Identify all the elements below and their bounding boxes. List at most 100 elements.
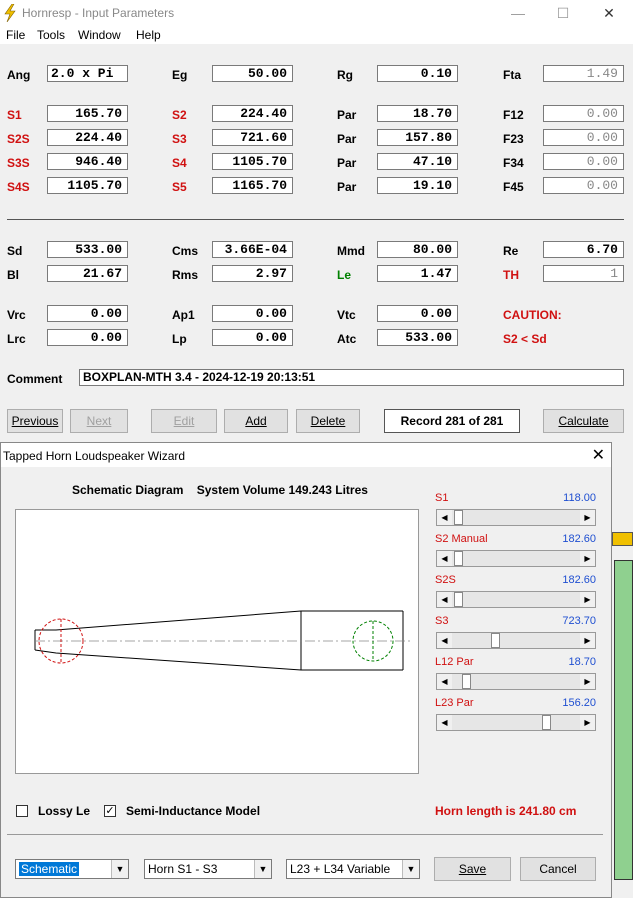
slider-right-arrow-icon[interactable]: ▶ bbox=[580, 674, 595, 689]
field-lp[interactable]: 0.00 bbox=[212, 329, 293, 346]
field-rg[interactable]: 0.10 bbox=[377, 65, 458, 82]
cancel-button[interactable]: Cancel bbox=[520, 857, 596, 881]
comment-field[interactable]: BOXPLAN-MTH 3.4 - 2024-12-19 20:13:51 bbox=[79, 369, 624, 386]
slider-right-arrow-icon[interactable]: ▶ bbox=[580, 715, 595, 730]
slider-s1[interactable]: ◀ ▶ bbox=[436, 509, 596, 526]
slider-l23[interactable]: ◀ ▶ bbox=[436, 714, 596, 731]
field-s4[interactable]: 1105.70 bbox=[212, 153, 293, 170]
field-s3[interactable]: 721.60 bbox=[212, 129, 293, 146]
label-f12: F12 bbox=[503, 108, 524, 122]
slider-thumb[interactable] bbox=[454, 510, 463, 525]
save-button[interactable]: Save bbox=[434, 857, 511, 881]
semi-inductance-checkbox[interactable]: ✓ bbox=[104, 805, 116, 817]
field-re[interactable]: 6.70 bbox=[543, 241, 624, 258]
field-s2s[interactable]: 224.40 bbox=[47, 129, 128, 146]
section-divider bbox=[7, 219, 624, 220]
field-par3[interactable]: 47.10 bbox=[377, 153, 458, 170]
label-par4: Par bbox=[337, 180, 357, 194]
field-vtc[interactable]: 0.00 bbox=[377, 305, 458, 322]
field-mmd[interactable]: 80.00 bbox=[377, 241, 458, 258]
field-atc[interactable]: 533.00 bbox=[377, 329, 458, 346]
menu-tools[interactable]: Tools bbox=[37, 28, 65, 42]
label-mmd: Mmd bbox=[337, 244, 365, 258]
slider-right-arrow-icon[interactable]: ▶ bbox=[580, 592, 595, 607]
label-vtc: Vtc bbox=[337, 308, 356, 322]
horn-segment-select[interactable]: Horn S1 - S3 ▼ bbox=[144, 859, 272, 879]
slider-left-arrow-icon[interactable]: ◀ bbox=[437, 551, 452, 566]
slider-s2[interactable]: ◀ ▶ bbox=[436, 550, 596, 567]
menu-help[interactable]: Help bbox=[136, 28, 161, 42]
field-s4s[interactable]: 1105.70 bbox=[47, 177, 128, 194]
label-s3: S3 bbox=[172, 132, 187, 146]
variable-mode-select[interactable]: L23 + L34 Variable ▼ bbox=[286, 859, 420, 879]
slider-left-arrow-icon[interactable]: ◀ bbox=[437, 633, 452, 648]
label-eg: Eg bbox=[172, 68, 188, 82]
label-s4s: S4S bbox=[7, 180, 30, 194]
label-rg: Rg bbox=[337, 68, 353, 82]
slider-l23-value: 156.20 bbox=[562, 697, 596, 709]
view-select[interactable]: Schematic ▼ bbox=[15, 859, 129, 879]
field-ap1[interactable]: 0.00 bbox=[212, 305, 293, 322]
next-button[interactable]: Next bbox=[70, 409, 128, 433]
maximize-button[interactable]: ☐ bbox=[548, 2, 578, 24]
field-vrc[interactable]: 0.00 bbox=[47, 305, 128, 322]
slider-left-arrow-icon[interactable]: ◀ bbox=[437, 715, 452, 730]
slider-s3[interactable]: ◀ ▶ bbox=[436, 632, 596, 649]
menu-window[interactable]: Window bbox=[78, 28, 121, 42]
field-lrc[interactable]: 0.00 bbox=[47, 329, 128, 346]
field-par1[interactable]: 18.70 bbox=[377, 105, 458, 122]
field-cms[interactable]: 3.66E-04 bbox=[212, 241, 293, 258]
slider-left-arrow-icon[interactable]: ◀ bbox=[437, 510, 452, 525]
field-s1[interactable]: 165.70 bbox=[47, 105, 128, 122]
field-sd[interactable]: 533.00 bbox=[47, 241, 128, 258]
field-par2[interactable]: 157.80 bbox=[377, 129, 458, 146]
slider-left-arrow-icon[interactable]: ◀ bbox=[437, 674, 452, 689]
chevron-down-icon[interactable]: ▼ bbox=[111, 860, 128, 878]
label-ap1: Ap1 bbox=[172, 308, 195, 322]
slider-l23-label: L23 Par bbox=[435, 697, 474, 709]
tapped-horn-wizard-dialog: Tapped Horn Loudspeaker Wizard ✕ Schemat… bbox=[0, 442, 612, 898]
field-f45: 0.00 bbox=[543, 177, 624, 194]
slider-right-arrow-icon[interactable]: ▶ bbox=[580, 551, 595, 566]
add-button[interactable]: Add bbox=[224, 409, 288, 433]
delete-button-label: Delete bbox=[310, 414, 346, 428]
chevron-down-icon[interactable]: ▼ bbox=[254, 860, 271, 878]
field-eg[interactable]: 50.00 bbox=[212, 65, 293, 82]
slider-thumb[interactable] bbox=[491, 633, 500, 648]
field-ang[interactable]: 2.0 x Pi bbox=[47, 65, 128, 82]
semi-inductance-label: Semi-Inductance Model bbox=[126, 804, 261, 818]
label-f34: F34 bbox=[503, 156, 524, 170]
lossy-le-checkbox[interactable] bbox=[16, 805, 28, 817]
chevron-down-icon[interactable]: ▼ bbox=[402, 860, 419, 878]
wizard-close-button[interactable]: ✕ bbox=[592, 445, 605, 465]
slider-l12[interactable]: ◀ ▶ bbox=[436, 673, 596, 690]
field-s5[interactable]: 1165.70 bbox=[212, 177, 293, 194]
field-le[interactable]: 1.47 bbox=[377, 265, 458, 282]
slider-s2s[interactable]: ◀ ▶ bbox=[436, 591, 596, 608]
previous-button[interactable]: Previous bbox=[7, 409, 63, 433]
edit-button[interactable]: Edit bbox=[151, 409, 217, 433]
slider-left-arrow-icon[interactable]: ◀ bbox=[437, 592, 452, 607]
slider-right-arrow-icon[interactable]: ▶ bbox=[580, 633, 595, 648]
close-button[interactable]: ✕ bbox=[594, 2, 624, 24]
wizard-titlebar: Tapped Horn Loudspeaker Wizard ✕ bbox=[1, 443, 611, 467]
slider-thumb[interactable] bbox=[454, 592, 463, 607]
slider-thumb[interactable] bbox=[542, 715, 551, 730]
slider-thumb[interactable] bbox=[454, 551, 463, 566]
label-comment: Comment bbox=[7, 372, 63, 386]
hornresp-main-window: Hornresp - Input Parameters — ☐ ✕ File T… bbox=[0, 0, 633, 460]
minimize-button[interactable]: — bbox=[503, 2, 533, 24]
calculate-button[interactable]: Calculate bbox=[543, 409, 624, 433]
field-s3s[interactable]: 946.40 bbox=[47, 153, 128, 170]
label-s1: S1 bbox=[7, 108, 22, 122]
menu-file[interactable]: File bbox=[6, 28, 25, 42]
slider-right-arrow-icon[interactable]: ▶ bbox=[580, 510, 595, 525]
field-rms[interactable]: 2.97 bbox=[212, 265, 293, 282]
slider-s2-label: S2 Manual bbox=[435, 533, 488, 545]
field-bl[interactable]: 21.67 bbox=[47, 265, 128, 282]
label-bl: Bl bbox=[7, 268, 19, 282]
slider-thumb[interactable] bbox=[462, 674, 471, 689]
field-par4[interactable]: 19.10 bbox=[377, 177, 458, 194]
delete-button[interactable]: Delete bbox=[296, 409, 360, 433]
field-s2[interactable]: 224.40 bbox=[212, 105, 293, 122]
